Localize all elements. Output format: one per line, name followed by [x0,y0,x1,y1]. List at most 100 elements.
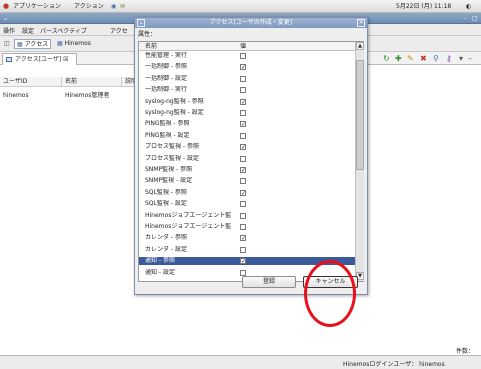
perspective-icon: ▦ [17,41,23,48]
table-row[interactable]: PING監視 - 参照 ✓ [139,120,355,128]
vertical-scrollbar[interactable]: ▲ ▼ [355,42,364,281]
clock[interactable]: 5月22日 (月) 11:18 [396,3,451,10]
row-checkbox[interactable]: ✓ [240,235,246,242]
search-icon[interactable]: ⚲ [433,55,439,63]
row-checkbox[interactable] [240,53,246,59]
actions-menu[interactable]: アクション [74,3,104,10]
row-checkbox[interactable]: ✓ [240,189,246,196]
row-checkbox[interactable] [240,132,246,139]
volume-icon[interactable]: ◐ [466,3,471,10]
applications-menu[interactable]: アプリケーション [13,3,61,10]
minimize-icon[interactable]: – [463,15,466,22]
table-row[interactable]: syslog-ng監視 - 設定 [139,109,355,117]
header-name[interactable]: 名前 [145,43,157,50]
table-row[interactable]: syslog-ng監視 - 参照 ✓ [139,98,355,106]
user-name-cell[interactable]: Hinemos管理者 [65,92,109,100]
count-label: 件数： [456,348,475,355]
add-icon[interactable]: ✚ [395,55,402,63]
row-name: SNMP監視 - 設定 [145,177,193,185]
row-checkbox[interactable] [240,269,246,276]
row-name: Hinemosジョブエージェント監 [145,211,232,219]
table-row[interactable]: プロセス監視 - 参照 ✓ [139,143,355,151]
menu-perspective[interactable]: パースペクティブ [40,28,87,35]
row-checkbox[interactable] [240,110,246,116]
row-checkbox[interactable] [240,178,246,185]
scroll-thumb[interactable] [356,60,364,170]
table-row[interactable]: 性能管理 - 実行 [139,52,355,60]
row-checkbox[interactable] [240,87,246,94]
open-perspective-icon[interactable]: ◫ [2,39,12,49]
red-hat-icon[interactable]: ● [3,3,9,10]
view-menu-icon[interactable]: ▾ [459,55,463,63]
row-checkbox[interactable] [240,246,246,253]
permission-icon[interactable]: ⚷ [446,55,452,63]
minimize-view-icon[interactable]: – [468,55,472,63]
row-checkbox[interactable]: ✓ [240,121,246,128]
row-name: SNMP監視 - 参照 [145,166,193,173]
perspective-hinemos[interactable]: ▦ Hinemos [55,39,93,49]
delete-icon[interactable]: ✖ [420,55,427,63]
row-checkbox[interactable]: ✓ [240,167,246,174]
perspective-access[interactable]: ▦ アクセス [14,39,52,49]
maximize-icon[interactable]: □ [472,15,478,22]
perspective-icon: ▦ [57,40,63,47]
row-checkbox[interactable] [240,201,246,208]
user-id-cell[interactable]: hinemos [3,92,29,100]
mail-icon[interactable]: ✉ [120,3,125,10]
table-row[interactable]: カレンダ - 設定 [139,246,355,254]
menu-settings[interactable]: 設定 [22,28,34,35]
dialog-close-icon[interactable]: × [357,19,365,27]
table-row[interactable]: Hinemosジョブエージェント監 [139,212,355,220]
row-name: プロセス監視 - 設定 [145,154,199,162]
table-row[interactable]: SNMP監視 - 設定 [139,177,355,185]
header-value[interactable]: 値 [240,43,246,50]
table-row[interactable]: SQL監視 - 設定 [139,200,355,208]
table-row[interactable]: 一括制御 - 実行 [139,86,355,94]
column-user-id[interactable]: ユーザID [0,77,62,87]
menu-access[interactable]: アクセ [110,28,128,35]
tab-access-user[interactable]: アクセス[ユーザ] ☒ [2,53,77,65]
register-button[interactable]: 登録 [242,276,296,288]
table-row[interactable]: SNMP監視 - 参照 ✓ [139,166,355,174]
row-checkbox[interactable] [240,155,246,162]
login-user: Hinemosログインユーザ： hinemos [343,361,445,368]
row-checkbox[interactable]: ✓ [240,258,246,265]
table-row[interactable]: カレンダ - 参照 ✓ [139,234,355,242]
row-name: 一括制御 - 実行 [145,86,187,94]
row-name: syslog-ng監視 - 設定 [145,109,204,116]
row-name: SQL監視 - 参照 [145,188,187,196]
row-name: syslog-ng監視 - 参照 [145,97,204,105]
window-menu-icon[interactable]: ⌄ [3,15,8,22]
table-row[interactable]: 一括制御 - 参照 ✓ [139,63,355,71]
view-icon [6,57,12,62]
browser-icon[interactable]: ◉ [111,3,116,10]
row-checkbox[interactable] [240,224,246,230]
dialog-menu-icon[interactable]: ⌄ [137,19,145,27]
os-top-panel: ● アプリケーション アクション ◉ ✉ 5月22日 (月) 11:18 ◐ [0,0,481,13]
annotation-circle [304,260,356,327]
row-checkbox[interactable]: ✓ [240,98,246,105]
row-checkbox[interactable]: ✓ [240,64,246,71]
row-checkbox[interactable]: ✓ [240,144,246,151]
table-header: 名前 値 [139,42,355,51]
scroll-up-icon[interactable]: ▲ [356,42,364,50]
row-checkbox[interactable] [240,75,246,82]
table-row[interactable]: プロセス監視 - 設定 [139,155,355,163]
row-name: PING監視 - 参照 [145,120,190,128]
status-bar: 件数： Hinemosログインユーザ： hinemos [0,348,481,369]
table-row[interactable]: PING監視 - 設定 [139,132,355,140]
row-name: 性能管理 - 実行 [145,52,187,59]
edit-icon[interactable]: ✎ [407,55,414,63]
row-name: 一括制御 - 設定 [145,74,187,82]
table-row[interactable]: Hinemosジョブエージェント監 [139,223,355,231]
table-row[interactable]: SQL監視 - 参照 ✓ [139,189,355,197]
dialog-title-bar: アクセス[ユーザの作成・変更] ⌄ × [135,18,367,28]
column-name[interactable]: 名前 [62,77,122,87]
refresh-icon[interactable]: ↻ [383,55,390,63]
row-name: カレンダ - 設定 [145,245,187,253]
user-edit-dialog: アクセス[ユーザの作成・変更] ⌄ × 属性： 名前 値 性能管理 - 実行 一括… [134,17,368,295]
table-row[interactable]: 一括制御 - 設定 [139,75,355,83]
row-checkbox[interactable] [240,212,246,219]
row-name: PING監視 - 設定 [145,131,190,139]
menu-operation[interactable]: 操作 [3,28,15,35]
